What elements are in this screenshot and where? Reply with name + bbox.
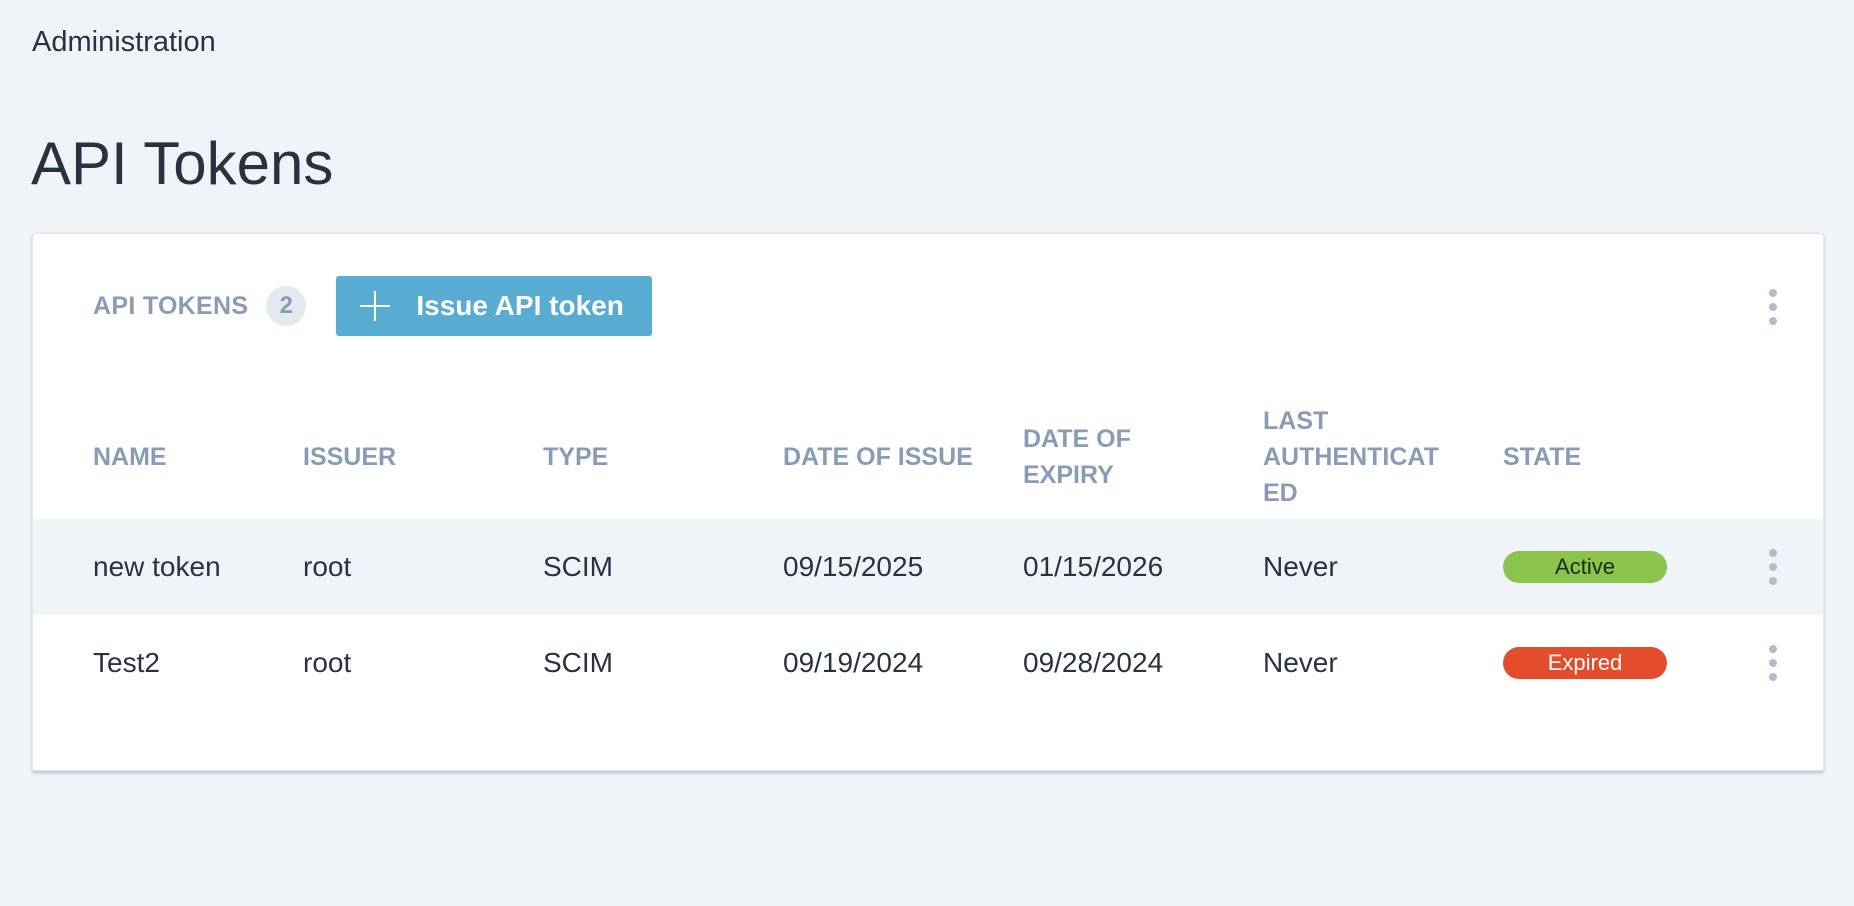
token-issuer: root	[303, 647, 352, 678]
token-date-of-issue: 09/19/2024	[783, 647, 924, 678]
column-header-date-of-expiry[interactable]: DATE OF EXPIRY	[1023, 394, 1131, 519]
row-menu-kebab-icon[interactable]	[1761, 547, 1785, 587]
plus-icon	[360, 291, 391, 321]
tokens-table: NAME ISSUER TYPE DATE OF ISSUE DATE OF E…	[33, 394, 1823, 711]
column-header-state[interactable]: STATE	[1503, 394, 1581, 519]
column-header-issuer[interactable]: ISSUER	[303, 394, 396, 519]
column-header-name[interactable]: NAME	[93, 394, 167, 519]
token-date-of-expiry: 09/28/2024	[1023, 647, 1164, 678]
issue-api-token-button[interactable]: Issue API token	[336, 276, 653, 336]
table-row[interactable]: Test2 root SCIM 09/19/2024 09/28/2024 Ne…	[33, 615, 1823, 711]
issue-api-token-label: Issue API token	[416, 290, 624, 321]
breadcrumb[interactable]: Administration	[32, 24, 216, 60]
section-label: API TOKENS	[93, 291, 249, 320]
column-header-type[interactable]: TYPE	[543, 394, 608, 519]
token-state-cell: Active	[1503, 519, 1667, 615]
row-menu-kebab-icon[interactable]	[1761, 643, 1785, 683]
status-badge: Active	[1503, 551, 1667, 583]
card-menu-kebab-icon[interactable]	[1761, 287, 1785, 327]
token-date-of-issue: 09/15/2025	[783, 551, 924, 582]
token-last-authenticated: Never	[1263, 647, 1338, 678]
column-header-date-of-issue[interactable]: DATE OF ISSUE	[783, 394, 973, 519]
token-type: SCIM	[543, 551, 613, 582]
page-title: API Tokens	[31, 130, 334, 197]
status-badge: Expired	[1503, 647, 1667, 679]
table-row[interactable]: new token root SCIM 09/15/2025 01/15/202…	[33, 519, 1823, 615]
table-header: NAME ISSUER TYPE DATE OF ISSUE DATE OF E…	[33, 394, 1823, 519]
card-header: API TOKENS 2 Issue API token	[93, 276, 653, 336]
token-name: Test2	[93, 647, 160, 678]
token-name: new token	[93, 551, 221, 582]
token-type: SCIM	[543, 647, 613, 678]
token-issuer: root	[303, 551, 352, 582]
column-header-last-authenticated[interactable]: LAST AUTHENTICAT ED	[1263, 394, 1463, 519]
token-count-badge: 2	[266, 286, 307, 326]
token-state-cell: Expired	[1503, 615, 1667, 711]
token-last-authenticated: Never	[1263, 551, 1338, 582]
token-date-of-expiry: 01/15/2026	[1023, 551, 1164, 582]
api-tokens-card: API TOKENS 2 Issue API token NAME ISSUER…	[32, 233, 1824, 771]
